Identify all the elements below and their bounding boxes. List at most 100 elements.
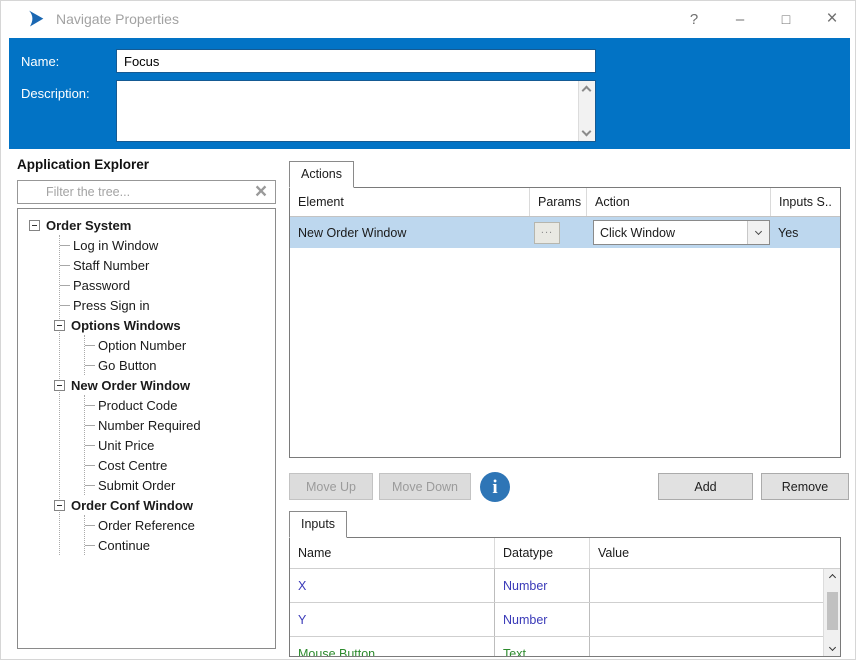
application-explorer-tree: Order System Log in Window Staff Number Pas…	[17, 208, 276, 649]
window-title: Navigate Properties	[56, 11, 179, 27]
scroll-thumb[interactable]	[826, 592, 838, 630]
tree-item-label: Cost Centre	[98, 457, 168, 473]
tree-item-label: Option Number	[98, 337, 187, 353]
input-datatype-cell[interactable]: Text	[495, 637, 590, 656]
description-input[interactable]	[117, 81, 577, 141]
application-explorer-title: Application Explorer	[17, 157, 150, 172]
column-header-element[interactable]: Element	[290, 188, 530, 216]
tree-connector	[85, 544, 95, 546]
input-name-cell[interactable]: Mouse Button	[290, 637, 495, 656]
column-header-params[interactable]: Params	[530, 188, 587, 216]
tree-item-label: New Order Window	[71, 377, 191, 393]
tree-item-order-system[interactable]: Order System	[18, 215, 275, 235]
input-datatype-cell[interactable]: Number	[495, 569, 590, 602]
tree-item-label: Staff Number	[73, 257, 150, 273]
tree-connector	[85, 344, 95, 346]
input-name-cell[interactable]: X	[290, 569, 495, 602]
tab-actions[interactable]: Actions	[289, 161, 354, 188]
description-scrollbar[interactable]	[578, 81, 595, 141]
name-label: Name:	[21, 54, 60, 69]
navigate-properties-window: Navigate Properties ? – □ × Name: Descri…	[0, 0, 856, 660]
tree-item-label: Options Windows	[71, 317, 181, 333]
tree-item-submit-order[interactable]: Submit Order	[85, 475, 275, 495]
scroll-down-button[interactable]	[824, 639, 841, 656]
tree-item-unit-price[interactable]: Unit Price	[85, 435, 275, 455]
tree-item-label: Order System	[46, 217, 132, 233]
tree-item-log-in-window[interactable]: Log in Window	[60, 235, 275, 255]
tree-connector	[85, 464, 95, 466]
column-header-name[interactable]: Name	[290, 538, 495, 568]
properties-banner: Name: Description:	[9, 38, 850, 149]
maximize-button[interactable]: □	[763, 1, 809, 37]
tree-connector	[85, 424, 95, 426]
tree-item-press-sign-in[interactable]: Press Sign in	[60, 295, 275, 315]
tree-filter-input[interactable]	[18, 181, 247, 203]
collapse-icon[interactable]	[54, 379, 65, 391]
actions-table-header: Element Params Action Inputs S..	[290, 188, 840, 217]
tree-item-order-conf-window[interactable]: Order Conf Window	[54, 495, 269, 515]
tree-connector	[60, 304, 70, 306]
action-row-selected[interactable]: New Order Window ... Click Window Yes	[290, 217, 840, 248]
input-row-y[interactable]: Y Number	[290, 603, 840, 637]
tab-inputs[interactable]: Inputs	[289, 511, 348, 538]
scroll-up-icon[interactable]	[581, 85, 592, 96]
filter-clear-icon[interactable]: ×	[247, 181, 275, 203]
input-row-mouse-button[interactable]: Mouse Button Text	[290, 637, 840, 656]
add-button[interactable]: Add	[658, 473, 753, 500]
action-element-cell[interactable]: New Order Window	[290, 217, 530, 248]
tree-item-continue[interactable]: Continue	[85, 535, 275, 555]
tree-item-order-reference[interactable]: Order Reference	[85, 515, 275, 535]
remove-button[interactable]: Remove	[761, 473, 849, 500]
tree-connector	[85, 404, 95, 406]
name-input[interactable]	[116, 49, 596, 73]
tree-item-label: Order Reference	[98, 517, 195, 533]
tree-connector	[60, 284, 70, 286]
tree-item-label: Continue	[98, 537, 151, 553]
tree-item-staff-number[interactable]: Staff Number	[60, 255, 275, 275]
input-datatype-cell[interactable]: Number	[495, 603, 590, 636]
action-dropdown-value: Click Window	[600, 225, 676, 240]
tree-item-option-number[interactable]: Option Number	[85, 335, 275, 355]
params-button[interactable]: ...	[534, 221, 560, 244]
help-button[interactable]: ?	[671, 1, 717, 37]
tree-connector	[60, 264, 70, 266]
tree-connector	[60, 244, 70, 246]
input-value-cell[interactable]	[590, 603, 840, 636]
action-dropdown[interactable]: Click Window	[593, 220, 770, 245]
tree-item-cost-centre[interactable]: Cost Centre	[85, 455, 275, 475]
tree-item-label: Submit Order	[98, 477, 176, 493]
inputs-scrollbar[interactable]	[823, 569, 840, 656]
tree-connector	[85, 444, 95, 446]
move-down-button[interactable]: Move Down	[379, 473, 471, 500]
tree-item-new-order-window[interactable]: New Order Window	[54, 375, 269, 395]
action-params-cell: ...	[530, 217, 587, 248]
dropdown-button[interactable]	[747, 221, 769, 244]
column-header-inputs-set[interactable]: Inputs S..	[771, 188, 840, 216]
scroll-up-icon	[828, 573, 836, 582]
input-value-cell[interactable]	[590, 569, 840, 602]
tree-item-password[interactable]: Password	[60, 275, 275, 295]
window-controls: ? – □ ×	[671, 1, 855, 37]
collapse-icon[interactable]	[54, 319, 65, 331]
input-value-cell[interactable]	[590, 637, 840, 656]
column-header-action[interactable]: Action	[587, 188, 771, 216]
tree-item-number-required[interactable]: Number Required	[85, 415, 275, 435]
info-icon[interactable]: i	[480, 472, 510, 502]
tree-item-options-windows[interactable]: Options Windows	[54, 315, 269, 335]
tree-item-go-button[interactable]: Go Button	[85, 355, 275, 375]
scroll-down-icon[interactable]	[581, 126, 592, 137]
move-up-button[interactable]: Move Up	[289, 473, 373, 500]
close-button[interactable]: ×	[809, 1, 855, 37]
input-row-x[interactable]: X Number	[290, 569, 840, 603]
minimize-button[interactable]: –	[717, 1, 763, 37]
collapse-icon[interactable]	[54, 499, 65, 511]
column-header-value[interactable]: Value	[590, 538, 840, 568]
column-header-datatype[interactable]: Datatype	[495, 538, 590, 568]
collapse-icon[interactable]	[29, 219, 40, 231]
input-name-cell[interactable]: Y	[290, 603, 495, 636]
tree-item-product-code[interactable]: Product Code	[85, 395, 275, 415]
scroll-up-button[interactable]	[824, 569, 841, 586]
scroll-down-icon	[828, 643, 836, 652]
tree-item-label: Password	[73, 277, 131, 293]
title-bar: Navigate Properties ? – □ ×	[1, 1, 855, 37]
